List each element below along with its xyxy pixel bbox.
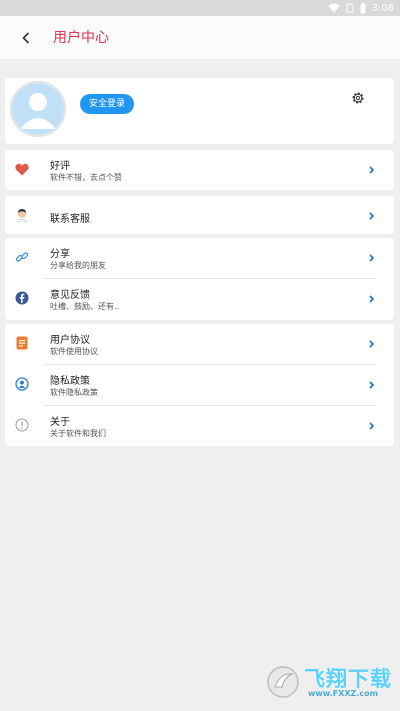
menu-item-agreement[interactable]: 用户协议 软件使用协议 [5, 324, 394, 365]
menu-item-subtitle: 软件使用协议 [50, 347, 98, 356]
rating-section: 好评 软件不错，去点个赞 [5, 150, 394, 190]
menu-item-subtitle: 软件隐私政策 [50, 388, 98, 397]
profile-card: 安全登录 [5, 78, 394, 144]
menu-item-title: 用户协议 [50, 335, 90, 346]
login-button[interactable]: 安全登录 [80, 94, 134, 114]
menu-item-support[interactable]: 联系客服 [5, 196, 394, 237]
chevron-right-icon [369, 381, 375, 389]
chevron-right-icon [369, 212, 375, 220]
status-bar: 3:08 [0, 0, 400, 16]
share-section: 分享 分享给我的朋友 意见反馈 吐槽、鼓励、还有.. [5, 238, 394, 320]
heart-icon [15, 162, 29, 176]
back-arrow-icon[interactable] [16, 28, 36, 48]
page-title: 用户中心 [53, 30, 109, 46]
menu-item-share[interactable]: 分享 分享给我的朋友 [5, 238, 394, 279]
gear-icon[interactable] [351, 91, 365, 105]
link-icon [15, 250, 29, 264]
customer-service-icon [15, 208, 29, 222]
sim-icon [346, 3, 354, 13]
menu-item-subtitle: 分享给我的朋友 [50, 261, 106, 270]
info-section: 用户协议 软件使用协议 隐私政策 软件隐私政策 关于 关于软件和我们 [5, 324, 394, 446]
user-placeholder-icon [12, 83, 64, 135]
menu-item-subtitle: 软件不错，去点个赞 [50, 173, 122, 182]
menu-item-title: 联系客服 [50, 214, 90, 225]
status-time: 3:08 [371, 2, 394, 14]
battery-icon [360, 2, 366, 13]
menu-item-subtitle: 吐槽、鼓励、还有.. [50, 302, 120, 311]
chevron-right-icon [369, 340, 375, 348]
wifi-icon [327, 3, 340, 13]
menu-item-title: 意见反馈 [50, 290, 90, 301]
support-section: 联系客服 [5, 196, 394, 234]
watermark: 飞翔下载 www.FXXZ.com [264, 663, 394, 701]
menu-item-feedback[interactable]: 意见反馈 吐槽、鼓励、还有.. [5, 279, 394, 320]
info-icon [15, 418, 29, 432]
document-icon [15, 336, 29, 350]
watermark-logo-icon [267, 666, 299, 698]
chevron-right-icon [369, 254, 375, 262]
menu-item-title: 好评 [50, 161, 70, 172]
chevron-right-icon [369, 422, 375, 430]
facebook-icon [15, 291, 29, 305]
avatar[interactable] [10, 81, 66, 137]
header: 用户中心 [0, 16, 400, 60]
menu-item-title: 隐私政策 [50, 376, 90, 387]
watermark-url: www.FXXZ.com [308, 689, 378, 698]
menu-item-title: 分享 [50, 249, 70, 260]
menu-item-about[interactable]: 关于 关于软件和我们 [5, 406, 394, 447]
menu-item-subtitle: 关于软件和我们 [50, 429, 106, 438]
menu-item-privacy[interactable]: 隐私政策 软件隐私政策 [5, 365, 394, 406]
menu-item-rating[interactable]: 好评 软件不错，去点个赞 [5, 150, 394, 191]
menu-item-title: 关于 [50, 417, 70, 428]
chevron-right-icon [369, 295, 375, 303]
privacy-shield-icon [15, 377, 29, 391]
chevron-right-icon [369, 166, 375, 174]
